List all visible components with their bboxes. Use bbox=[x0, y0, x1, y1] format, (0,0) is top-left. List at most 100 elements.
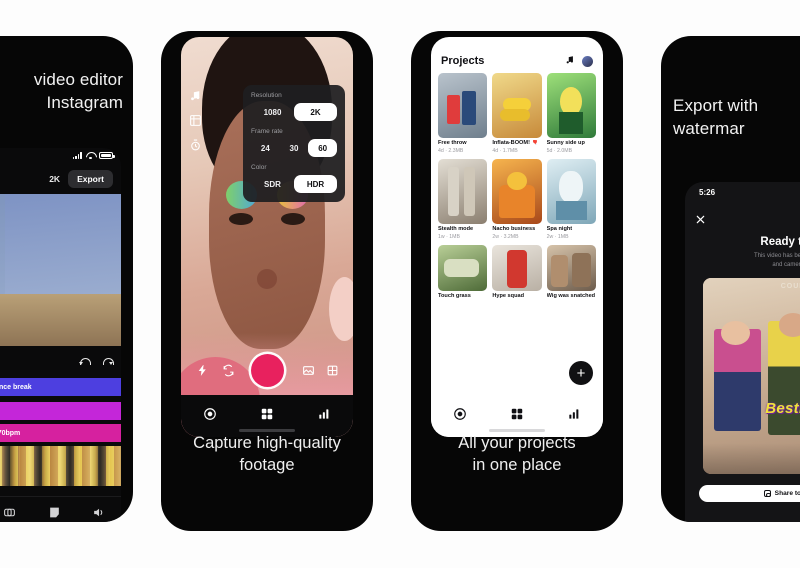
timer-icon[interactable] bbox=[189, 139, 202, 152]
music-note-icon[interactable] bbox=[565, 52, 575, 70]
sound-icon bbox=[92, 506, 105, 519]
editor-video-preview[interactable] bbox=[0, 194, 121, 346]
editor-toolbar: es 2K Export bbox=[0, 168, 121, 190]
resolution-option-2k[interactable]: 2K bbox=[294, 103, 337, 121]
project-card[interactable]: Nacho business 2w · 3.2MB bbox=[492, 159, 542, 240]
color-option-hdr[interactable]: HDR bbox=[294, 175, 337, 193]
tool-sticker-label: Sticker bbox=[45, 522, 63, 523]
flash-icon[interactable] bbox=[195, 363, 209, 377]
project-thumbnail[interactable] bbox=[546, 245, 596, 291]
timeline-clip-voiceover[interactable]: Voiceover bbox=[0, 402, 121, 420]
add-project-button[interactable]: + bbox=[569, 361, 593, 385]
flip-camera-icon[interactable] bbox=[221, 363, 235, 377]
project-meta: 2w · 1MB bbox=[546, 234, 569, 240]
export-video-preview[interactable]: COUR Besties bbox=[703, 278, 800, 474]
resolution-option-1080[interactable]: 1080 bbox=[251, 103, 294, 121]
camera-tab-icon[interactable] bbox=[203, 407, 217, 426]
close-icon[interactable] bbox=[695, 212, 706, 224]
project-name: Hype squad bbox=[492, 293, 525, 299]
overlay-icon bbox=[3, 506, 16, 519]
insights-tab-icon[interactable] bbox=[317, 407, 331, 426]
share-button-label: Share to Instag bbox=[774, 490, 800, 497]
projects-tab-icon[interactable] bbox=[260, 407, 274, 426]
project-thumbnail[interactable] bbox=[438, 159, 488, 224]
project-thumbnail[interactable] bbox=[438, 245, 488, 291]
tool-sticker[interactable]: Sticker bbox=[32, 506, 77, 523]
projects-grid: Free throw 4d · 2.3MB Inflata-BOOM! 🎈 4d… bbox=[438, 73, 596, 391]
project-name: Stealth mode bbox=[438, 226, 474, 232]
timeline-clip-music[interactable]: Post 'we Vaxxed' 170bpm bbox=[0, 424, 121, 442]
editor-headline: video editor Instagram bbox=[0, 68, 133, 114]
tool-sound[interactable]: Sound bbox=[76, 506, 121, 523]
project-card[interactable]: Spa night 2w · 1MB bbox=[546, 159, 596, 240]
projects-tab-bar bbox=[431, 395, 603, 437]
projects-device-screen: Projects Free throw 4d · 2.3MB Inflata-B… bbox=[431, 37, 603, 437]
export-title: Ready to sh bbox=[760, 236, 800, 248]
gallery-icon[interactable] bbox=[301, 363, 315, 377]
effects-icon[interactable] bbox=[189, 114, 202, 127]
camera-tab-icon[interactable] bbox=[453, 407, 467, 426]
project-thumbnail[interactable] bbox=[492, 159, 542, 224]
framerate-option-24[interactable]: 24 bbox=[251, 139, 280, 157]
wifi-icon bbox=[86, 152, 95, 160]
panel-camera: Resolution 1080 2K Frame rate 24 30 60 C… bbox=[161, 31, 373, 531]
project-name: Free throw bbox=[438, 140, 467, 146]
preview-top-text: COUR bbox=[780, 283, 800, 290]
camera-caption: Capture high-quality footage bbox=[161, 433, 373, 477]
share-to-instagram-button[interactable]: Share to Instag bbox=[699, 485, 800, 502]
framerate-option-30[interactable]: 30 bbox=[280, 139, 309, 157]
projects-tab-icon[interactable] bbox=[510, 407, 524, 426]
project-card[interactable]: Hype squad bbox=[492, 245, 542, 301]
editor-device-screen: es 2K Export bbox=[0, 148, 121, 522]
insights-tab-icon[interactable] bbox=[567, 407, 581, 426]
quality-toggle[interactable]: 2K bbox=[49, 174, 60, 184]
editor-headline-line2: Instagram bbox=[46, 93, 123, 113]
project-meta: 1w · 1MB bbox=[438, 234, 460, 240]
timeline-clip-dance-break[interactable]: Dance break bbox=[0, 378, 121, 396]
project-meta: 2w · 3.2MB bbox=[492, 234, 519, 240]
editor-timeline[interactable]: Dance break Voiceover Post 'we Vaxxed' 1… bbox=[0, 372, 121, 496]
color-option-sdr[interactable]: SDR bbox=[251, 175, 294, 193]
avatar[interactable] bbox=[582, 55, 593, 67]
undo-icon[interactable] bbox=[79, 355, 91, 366]
redo-icon[interactable] bbox=[102, 355, 114, 366]
preview-sticker: Besties bbox=[765, 399, 800, 417]
project-card[interactable]: Stealth mode 1w · 1MB bbox=[438, 159, 488, 240]
project-card[interactable]: Touch grass bbox=[438, 245, 488, 301]
project-thumbnail[interactable] bbox=[492, 73, 542, 138]
project-name: Inflata-BOOM! 🎈 bbox=[492, 140, 539, 146]
export-button[interactable]: Export bbox=[68, 170, 113, 188]
project-card[interactable]: Inflata-BOOM! 🎈 4d · 1.7MB bbox=[492, 73, 542, 154]
framerate-option-60[interactable]: 60 bbox=[308, 139, 338, 157]
record-button[interactable] bbox=[250, 353, 284, 387]
camera-capture-controls bbox=[181, 349, 353, 391]
export-headline-line1: Export with bbox=[673, 96, 759, 115]
projects-caption-line2: in one place bbox=[472, 456, 562, 475]
tool-overlay[interactable]: Overlay bbox=[0, 506, 32, 522]
project-card[interactable]: Free throw 4d · 2.3MB bbox=[438, 73, 488, 154]
app-store-screenshot-strip: video editor Instagram es 2K bbox=[0, 0, 800, 568]
tool-sound-label: Sound bbox=[90, 522, 107, 523]
project-name: Touch grass bbox=[438, 293, 471, 299]
grid-icon[interactable] bbox=[325, 363, 339, 377]
panel-editor: video editor Instagram es 2K bbox=[0, 36, 133, 522]
color-label: Color bbox=[251, 164, 267, 171]
framerate-segmented-control: 24 30 60 bbox=[251, 139, 338, 157]
export-device-screen: 5:26 Ready to sh This video has been sav… bbox=[685, 182, 800, 522]
project-thumbnail[interactable] bbox=[492, 245, 542, 291]
music-icon[interactable] bbox=[189, 89, 202, 102]
project-thumbnail[interactable] bbox=[546, 159, 596, 224]
camera-caption-line1: Capture high-quality bbox=[193, 434, 341, 453]
panel-projects: Projects Free throw 4d · 2.3MB Inflata-B… bbox=[411, 31, 623, 531]
project-name: Nacho business bbox=[492, 226, 536, 232]
camera-side-tools bbox=[189, 89, 202, 152]
battery-icon bbox=[99, 152, 115, 159]
framerate-label: Frame rate bbox=[251, 128, 283, 135]
project-thumbnail[interactable] bbox=[438, 73, 488, 138]
panel-export: Export with watermar 5:26 Ready to sh Th… bbox=[661, 36, 800, 522]
camera-device-screen: Resolution 1080 2K Frame rate 24 30 60 C… bbox=[181, 37, 353, 437]
project-card[interactable]: Sunny side up 5d · 2.0MB bbox=[546, 73, 596, 154]
project-card[interactable]: Wig was snatched bbox=[546, 245, 596, 301]
project-thumbnail[interactable] bbox=[546, 73, 596, 138]
timeline-filmstrip[interactable] bbox=[0, 446, 121, 486]
